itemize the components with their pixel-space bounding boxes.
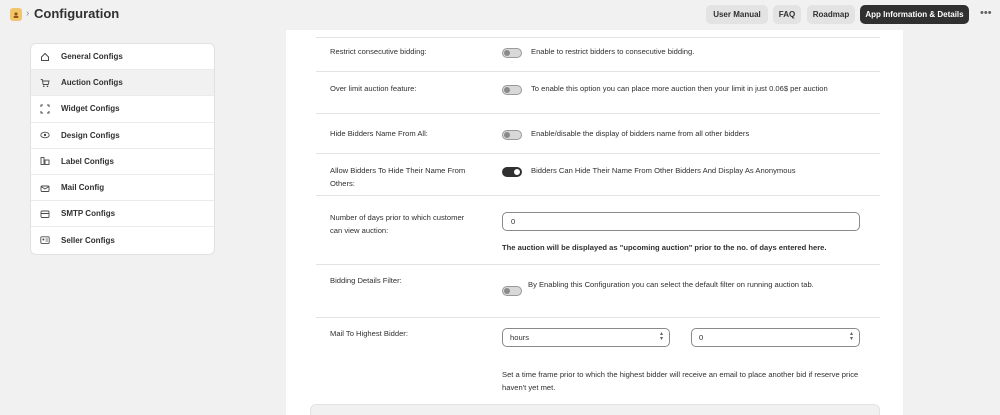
settings-row-mail-highest: Mail To Highest Bidder: hours ▴ ▾ 0 ▴ ▾ Se…: [316, 318, 880, 398]
bidding-filter-toggle[interactable]: [502, 286, 522, 296]
settings-row-hide-names: Hide Bidders Name From All: Enable/disab…: [316, 114, 880, 154]
over-limit-toggle[interactable]: [502, 85, 522, 95]
hide-names-toggle[interactable]: [502, 130, 522, 140]
sidebar-item-general-configs[interactable]: General Configs: [31, 44, 214, 71]
sidebar-item-label-configs[interactable]: Label Configs: [31, 149, 214, 175]
bidding-filter-label: Bidding Details Filter:: [330, 276, 402, 285]
allow-hide-toggle[interactable]: [502, 167, 522, 177]
mail-highest-label: Mail To Highest Bidder:: [330, 329, 408, 338]
stepper-arrows-icon[interactable]: ▴ ▾: [850, 331, 853, 342]
store-icon[interactable]: [10, 8, 22, 21]
over-limit-description: To enable this option you can place more…: [531, 84, 828, 93]
label-icon: [39, 155, 51, 167]
top-bar: › Configuration User Manual FAQ Roadmap …: [0, 0, 1000, 30]
sidebar-nav: General Configs Auction Configs Widget C…: [30, 43, 215, 255]
sidebar-item-label: General Configs: [61, 52, 123, 62]
sidebar-item-smtp-configs[interactable]: SMTP Configs: [31, 201, 214, 228]
sidebar-item-label: Mail Config: [61, 183, 105, 193]
time-unit-select[interactable]: hours ▴ ▾: [502, 328, 670, 347]
restrict-bidding-description: Enable to restrict bidders to consecutiv…: [531, 47, 695, 56]
faq-button[interactable]: FAQ: [773, 5, 801, 24]
breadcrumb-separator: ›: [26, 8, 30, 19]
over-limit-label: Over limit auction feature:: [330, 84, 417, 93]
more-options-icon[interactable]: •••: [980, 7, 992, 19]
mail-icon: [39, 182, 51, 194]
sidebar-item-mail-config[interactable]: Mail Config: [31, 175, 214, 202]
page-title: Configuration: [34, 6, 120, 21]
frame-icon: [39, 103, 51, 115]
hours-amount-stepper[interactable]: 0 ▴ ▾: [691, 328, 860, 347]
panel-footer-bar: [310, 404, 880, 415]
sidebar-item-label: Seller Configs: [61, 235, 115, 245]
eye-icon: [39, 129, 51, 141]
sidebar-item-label: SMTP Configs: [61, 209, 116, 219]
allow-hide-label: Allow Bidders To Hide Their Name From Ot…: [330, 166, 466, 188]
id-card-icon: [39, 234, 51, 246]
sidebar-item-seller-configs[interactable]: Seller Configs: [31, 227, 214, 253]
envelope-icon: [39, 208, 51, 220]
days-prior-label: Number of days prior to which customer c…: [330, 213, 465, 235]
auction-configs-panel: Restrict consecutive bidding: Enable to …: [286, 30, 903, 415]
hide-names-label: Hide Bidders Name From All:: [330, 129, 428, 138]
settings-row-bidding-filter: Bidding Details Filter: By Enabling this…: [316, 265, 880, 318]
restrict-bidding-label: Restrict consecutive bidding:: [330, 47, 427, 56]
sidebar-item-label: Design Configs: [61, 130, 120, 140]
settings-row-top-edge: [316, 30, 880, 38]
settings-row-over-limit: Over limit auction feature: To enable th…: [316, 72, 880, 114]
settings-row-days-prior: Number of days prior to which customer c…: [316, 196, 880, 265]
sidebar-item-label: Label Configs: [61, 156, 114, 166]
sidebar-item-label: Auction Configs: [61, 78, 123, 88]
days-prior-help: The auction will be displayed as "upcomi…: [502, 243, 827, 252]
sidebar-item-design-configs[interactable]: Design Configs: [31, 123, 214, 149]
time-unit-value: hours: [510, 333, 529, 342]
settings-row-restrict-bidding: Restrict consecutive bidding: Enable to …: [316, 38, 880, 72]
user-manual-button[interactable]: User Manual: [706, 5, 768, 24]
sidebar-item-label: Widget Configs: [61, 104, 120, 114]
days-prior-input[interactable]: 0: [502, 212, 860, 231]
allow-hide-description: Bidders Can Hide Their Name From Other B…: [531, 166, 796, 175]
cart-icon: [39, 77, 51, 89]
mail-highest-help: Set a time frame prior to which the high…: [502, 370, 859, 392]
app-information-button[interactable]: App Information & Details: [860, 5, 969, 24]
sidebar-item-widget-configs[interactable]: Widget Configs: [31, 96, 214, 123]
hide-names-description: Enable/disable the display of bidders na…: [531, 129, 750, 138]
restrict-bidding-toggle[interactable]: [502, 48, 522, 58]
home-icon: [39, 51, 51, 63]
settings-row-allow-hide: Allow Bidders To Hide Their Name From Ot…: [316, 154, 880, 196]
sidebar-item-auction-configs[interactable]: Auction Configs: [31, 70, 214, 97]
bidding-filter-description: By Enabling this Configuration you can s…: [528, 280, 814, 289]
roadmap-button[interactable]: Roadmap: [807, 5, 855, 24]
select-chevron-icon: ▴ ▾: [659, 331, 663, 342]
hours-amount-value: 0: [699, 333, 704, 342]
